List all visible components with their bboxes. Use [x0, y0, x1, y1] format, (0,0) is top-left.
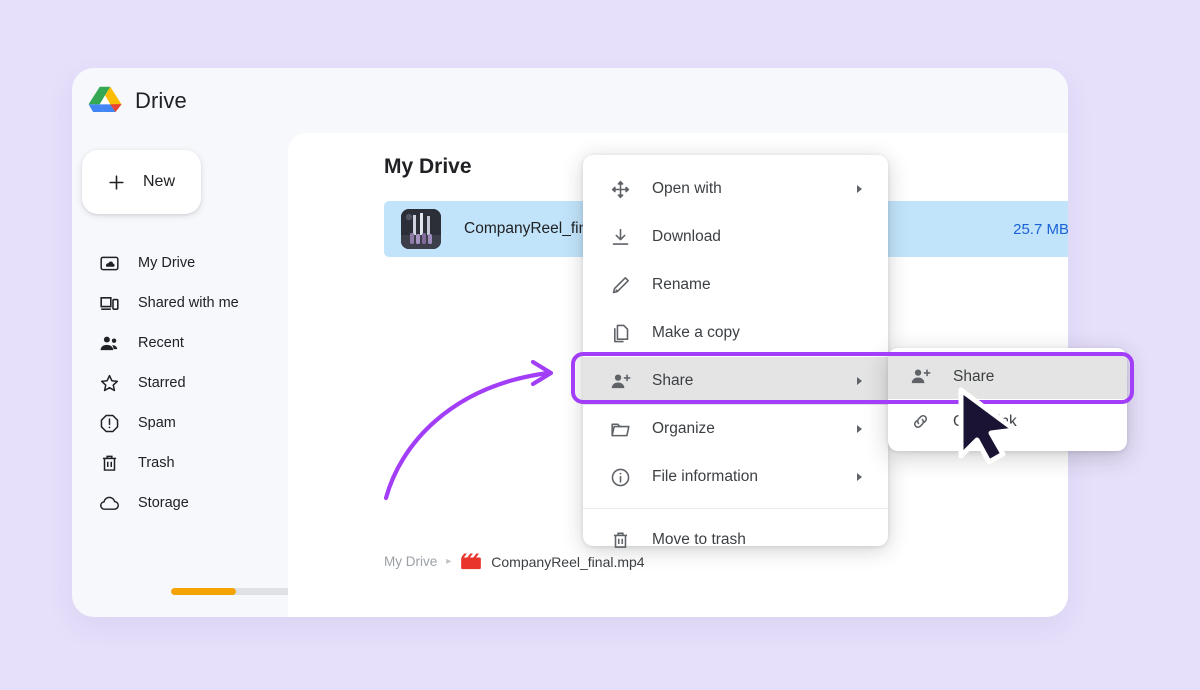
sidebar-nav: My Drive Shared with me Recent Starred S… — [72, 243, 288, 523]
clapperboard-icon — [460, 553, 482, 570]
open-with-move-icon — [610, 179, 631, 200]
context-menu-item-move-to-trash[interactable]: Move to trash — [583, 516, 888, 564]
context-menu-item-label: Move to trash — [652, 531, 746, 548]
sidebar-item-label: Spam — [138, 415, 176, 431]
context-menu-item-rename[interactable]: Rename — [583, 261, 888, 309]
context-menu-item-organize[interactable]: Organize — [583, 405, 888, 453]
chevron-right-icon — [857, 377, 862, 385]
context-menu-item-label: File information — [652, 468, 758, 485]
download-icon — [610, 227, 631, 248]
sidebar-item-trash[interactable]: Trash — [72, 443, 288, 483]
plus-icon — [107, 173, 126, 192]
context-menu-item-label: Organize — [652, 420, 715, 437]
share-person-add-icon — [910, 366, 931, 387]
new-button-label: New — [143, 173, 176, 190]
sidebar-item-my-drive[interactable]: My Drive — [72, 243, 288, 283]
sidebar-item-label: Shared with me — [138, 295, 239, 311]
sidebar-item-label: Trash — [138, 455, 175, 471]
app-header: Drive — [72, 68, 1068, 133]
breadcrumb-separator: ▸ — [446, 556, 452, 567]
video-thumbnail — [401, 209, 441, 249]
google-drive-logo-icon — [88, 86, 122, 116]
context-menu-item-open-with[interactable]: Open with — [583, 165, 888, 213]
page-title: My Drive — [384, 155, 472, 178]
chevron-right-icon — [857, 185, 862, 193]
context-menu: Open with Download Rename Make a copy Sh… — [583, 155, 888, 548]
breadcrumb-root[interactable]: My Drive — [384, 554, 437, 569]
sidebar-item-shared-with-me[interactable]: Shared with me — [72, 283, 288, 323]
share-person-add-icon — [610, 371, 631, 392]
sidebar-item-storage[interactable]: Storage — [72, 483, 288, 523]
shared-with-me-icon — [99, 293, 120, 314]
context-menu-divider — [583, 508, 888, 509]
context-menu-item-file-information[interactable]: File information — [583, 453, 888, 501]
sidebar: New My Drive Shared with me Recent Starr… — [72, 133, 341, 617]
copy-icon — [610, 323, 631, 344]
recent-people-icon — [99, 333, 120, 354]
sidebar-item-label: Recent — [138, 335, 184, 351]
context-menu-item-make-a-copy[interactable]: Make a copy — [583, 309, 888, 357]
rename-pencil-icon — [610, 275, 631, 296]
new-button[interactable]: New — [82, 150, 201, 214]
chevron-right-icon — [857, 425, 862, 433]
screenshot-root: Drive New My Drive Shared with me Recent… — [0, 0, 1200, 690]
sidebar-item-spam[interactable]: Spam — [72, 403, 288, 443]
context-menu-item-label: Make a copy — [652, 324, 740, 341]
context-menu-item-download[interactable]: Download — [583, 213, 888, 261]
chevron-right-icon — [857, 473, 862, 481]
sidebar-item-label: Starred — [138, 375, 186, 391]
context-menu-item-label: Download — [652, 228, 721, 245]
context-menu-item-label: Rename — [652, 276, 711, 293]
app-title: Drive — [135, 87, 187, 113]
sidebar-item-recent[interactable]: Recent — [72, 323, 288, 363]
link-chain-icon — [910, 411, 931, 432]
sidebar-item-label: My Drive — [138, 255, 196, 271]
submenu-item-label: Share — [953, 367, 995, 385]
spam-warning-icon — [99, 413, 120, 434]
curved-arrow-annotation — [370, 350, 580, 510]
my-drive-icon — [99, 253, 120, 274]
file-size: 25.7 MB — [1013, 220, 1068, 238]
context-menu-item-label: Share — [652, 372, 694, 389]
folder-icon — [610, 419, 631, 440]
info-circle-icon — [610, 467, 631, 488]
sidebar-item-starred[interactable]: Starred — [72, 363, 288, 403]
trash-icon — [610, 530, 631, 551]
sidebar-item-label: Storage — [138, 495, 189, 511]
star-icon — [99, 373, 120, 394]
storage-progress-fill — [171, 588, 236, 595]
drive-app-card: Drive New My Drive Shared with me Recent… — [72, 68, 1068, 617]
context-menu-item-share[interactable]: Share — [583, 357, 888, 405]
trash-icon — [99, 453, 120, 474]
mouse-pointer-icon — [953, 386, 1025, 466]
context-menu-item-label: Open with — [652, 180, 722, 197]
cloud-icon — [99, 493, 120, 514]
